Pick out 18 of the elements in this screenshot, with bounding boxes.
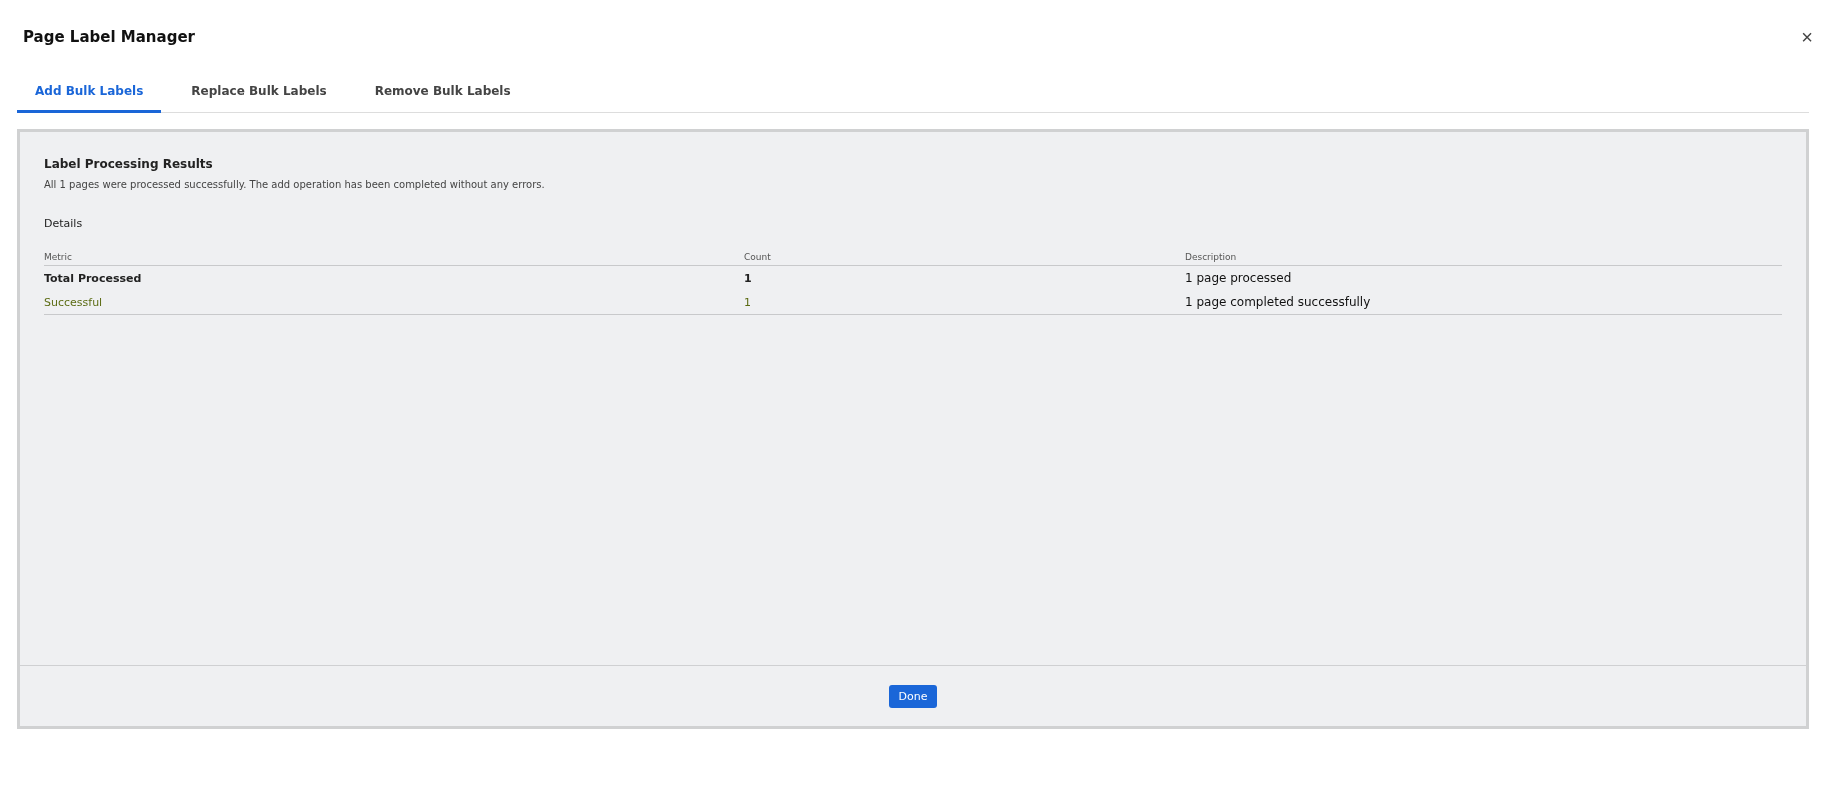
table-cell: Successful	[44, 290, 744, 315]
dialog-title: Page Label Manager	[23, 28, 195, 46]
details-heading: Details	[44, 217, 84, 230]
column-header: Description	[1185, 252, 1782, 266]
column-header: Metric	[44, 252, 744, 266]
table-cell: Total Processed	[44, 265, 744, 290]
table-cell: 1 page completed successfully	[1185, 290, 1782, 315]
tab[interactable]: Replace Bulk Labels	[173, 76, 345, 113]
table-cell: 1	[744, 265, 1185, 290]
table-cell: 1 page processed	[1185, 265, 1782, 290]
tab[interactable]: Remove Bulk Labels	[356, 76, 529, 113]
tab[interactable]: Add Bulk Labels	[17, 76, 162, 113]
results-message: All 1 pages were processed successfully. The add operation has been completed without any errors.	[44, 179, 546, 190]
close-button[interactable]: ×	[1799, 25, 1815, 49]
done-button[interactable]: Done	[888, 684, 938, 708]
table-cell: 1	[744, 290, 1185, 315]
column-header: Count	[744, 252, 1185, 266]
results-title: Label Processing Results	[44, 157, 214, 171]
